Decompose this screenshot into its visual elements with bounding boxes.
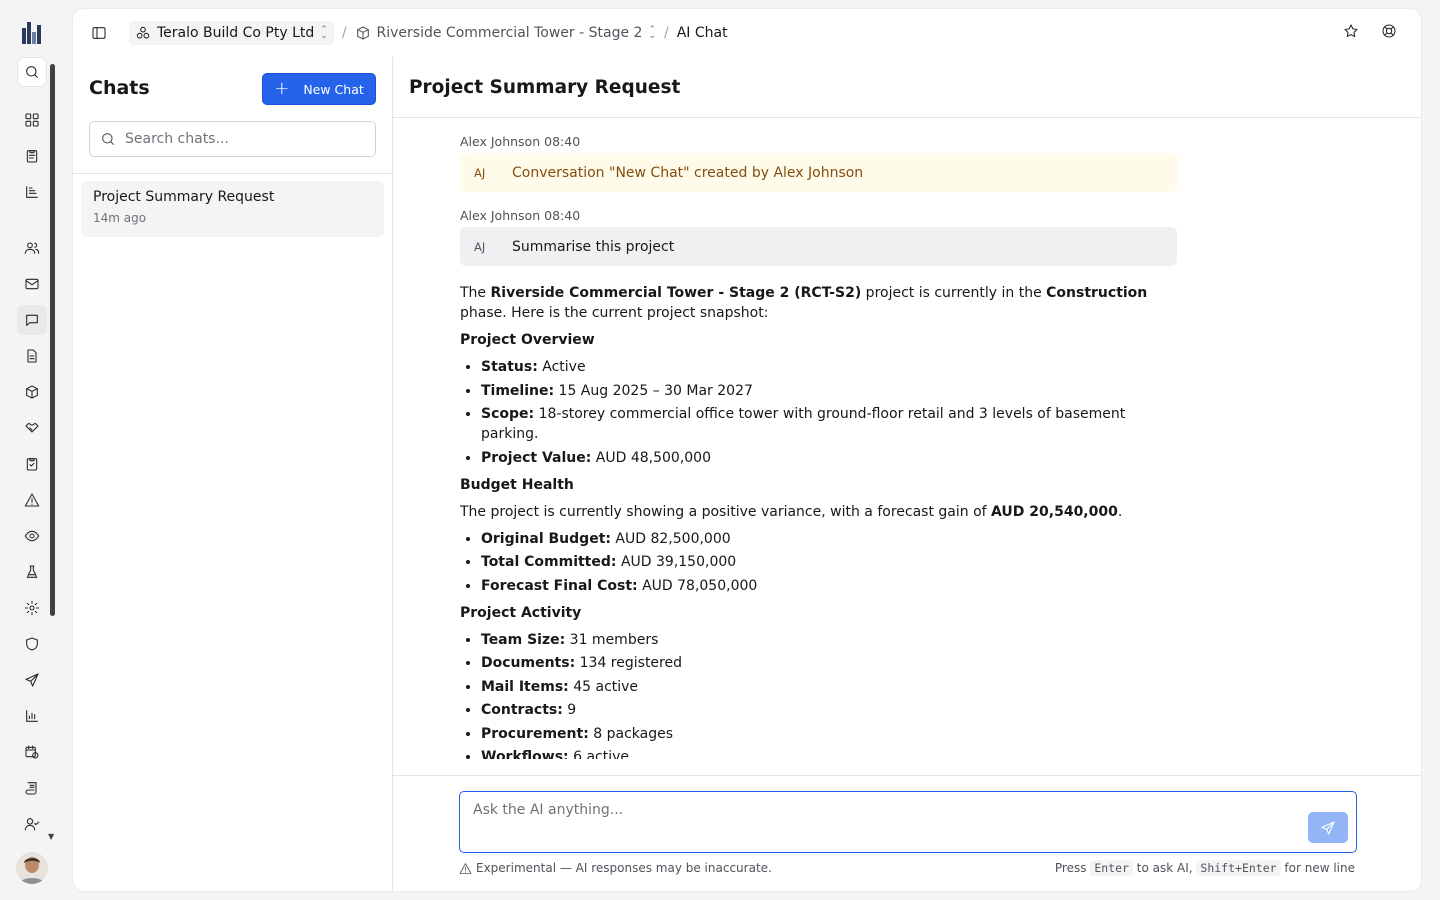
ai-response: The Riverside Commercial Tower - Stage 2… (460, 283, 1180, 759)
users-icon[interactable] (17, 233, 47, 263)
budget-text: The project is currently showing a posit… (460, 503, 1123, 520)
message-text: Summarise this project (512, 238, 675, 255)
list-item: Project Value: AUD 48,500,000 (481, 448, 1180, 468)
scroll-icon[interactable] (17, 773, 47, 803)
new-chat-button[interactable]: + New Chat (262, 73, 376, 105)
flask-icon[interactable] (17, 557, 47, 587)
send-icon[interactable] (17, 665, 47, 695)
budget-list: Original Budget: AUD 82,500,000 Total Co… (460, 529, 1180, 596)
app-logo-icon[interactable] (22, 20, 42, 44)
new-chat-label: New Chat (303, 81, 364, 97)
checklist-icon[interactable] (17, 449, 47, 479)
ai-prompt-input[interactable] (473, 802, 1293, 842)
list-item: Total Committed: AUD 39,150,000 (481, 552, 1180, 572)
star-icon[interactable] (1343, 23, 1359, 43)
org-icon (136, 26, 150, 39)
list-item: Team Size: 31 members (481, 630, 1180, 650)
chat-item-name: Project Summary Request (93, 189, 275, 205)
conversation-header: Project Summary Request (393, 57, 1421, 118)
search-icon (102, 133, 114, 145)
system-message: AJ Conversation "New Chat" created by Al… (460, 153, 1177, 192)
help-icon[interactable] (1381, 23, 1397, 43)
budget-heading: Budget Health (460, 476, 574, 493)
chevron-updown-icon: ⌃ ⌄ (320, 25, 328, 41)
overview-heading: Project Overview (460, 332, 595, 348)
activity-list: Team Size: 31 members Documents: 134 reg… (460, 630, 1180, 760)
composer (459, 791, 1357, 853)
activity-heading: Project Activity (460, 604, 582, 621)
author-initials: AJ (474, 165, 486, 180)
chevron-updown-icon: ⌃ ⌄ (648, 25, 656, 41)
reports-icon[interactable] (17, 177, 47, 207)
calendar-clock-icon[interactable] (17, 737, 47, 767)
chats-title: Chats (89, 77, 150, 99)
message-meta: Alex Johnson 08:40 (460, 134, 581, 149)
scroll-down-icon[interactable]: ▼ (48, 832, 54, 841)
divider (73, 173, 392, 174)
list-item: Timeline: 15 Aug 2025 – 30 Mar 2027 (481, 381, 1180, 401)
send-button[interactable] (1308, 812, 1348, 843)
icon-rail: ▼ (0, 0, 64, 900)
eye-icon[interactable] (17, 521, 47, 551)
chat-item-time: 14m ago (93, 211, 147, 225)
avatar[interactable] (16, 852, 48, 884)
message-text: Conversation "New Chat" created by Alex … (512, 164, 864, 181)
overview-list: Status: Active Timeline: 15 Aug 2025 – 3… (460, 357, 1180, 468)
clipboard-icon[interactable] (17, 141, 47, 171)
disclaimer: Experimental — AI responses may be inacc… (459, 861, 772, 875)
project-cube-icon (356, 26, 369, 40)
chat-search-input[interactable] (125, 131, 365, 147)
author-initials: AJ (474, 239, 486, 254)
message-list[interactable]: Alex Johnson 08:40 AJ Conversation "New C… (460, 118, 1180, 759)
message-meta: Alex Johnson 08:40 (460, 208, 581, 223)
list-item: Procurement: 8 packages (481, 724, 1180, 744)
gear-icon[interactable] (17, 593, 47, 623)
list-item: Forecast Final Cost: AUD 78,050,000 (481, 576, 1180, 596)
conversation-title: Project Summary Request (409, 76, 681, 98)
list-item: Status: Active (481, 357, 1180, 377)
send-icon (1321, 820, 1335, 835)
list-item: Original Budget: AUD 82,500,000 (481, 529, 1180, 549)
chat-search[interactable] (89, 121, 376, 157)
mail-icon[interactable] (17, 269, 47, 299)
project-name: Riverside Commercial Tower - Stage 2 (376, 25, 643, 41)
list-item: Mail Items: 45 active (481, 677, 1180, 697)
org-name: Teralo Build Co Pty Ltd (157, 25, 315, 41)
breadcrumb-separator: / (664, 25, 669, 41)
analytics-icon[interactable] (17, 701, 47, 731)
list-item: Workflows: 6 active (481, 747, 1180, 759)
document-icon[interactable] (17, 341, 47, 371)
divider (393, 775, 1421, 776)
chat-list-item[interactable]: Project Summary Request 14m ago (81, 181, 384, 237)
shield-icon[interactable] (17, 629, 47, 659)
keyboard-hint: Press Enter to ask AI, Shift+Enter for n… (1054, 860, 1355, 876)
list-item: Documents: 134 registered (481, 653, 1180, 673)
conversation-pane: Project Summary Request Alex Johnson 08:4… (393, 57, 1421, 891)
list-item: Contracts: 9 (481, 700, 1180, 720)
rail-scrollbar[interactable] (50, 64, 55, 616)
user-message: AJ Summarise this project (460, 227, 1177, 266)
search-icon[interactable] (17, 57, 47, 87)
breadcrumb-current: AI Chat (676, 25, 728, 41)
project-switcher[interactable]: Riverside Commercial Tower - Stage 2 ⌃ ⌄ (355, 25, 656, 41)
handshake-icon[interactable] (17, 413, 47, 443)
plus-icon: + (274, 78, 290, 99)
breadcrumb-separator: / (341, 25, 347, 41)
org-switcher[interactable]: Teralo Build Co Pty Ltd ⌃ ⌄ (129, 21, 334, 45)
warning-icon (459, 862, 472, 874)
response-intro: The Riverside Commercial Tower - Stage 2… (460, 285, 1148, 321)
main-panel: Teralo Build Co Pty Ltd ⌃ ⌄ / Riverside C… (72, 8, 1422, 892)
breadcrumb: Teralo Build Co Pty Ltd ⌃ ⌄ / Riverside C… (73, 9, 1421, 57)
chat-icon[interactable] (17, 305, 47, 335)
list-item: Scope: 18-storey commercial office tower… (481, 404, 1180, 444)
chats-sidebar: Chats + New Chat Project Summary Request… (73, 57, 393, 891)
package-icon[interactable] (17, 377, 47, 407)
user-check-icon[interactable] (17, 809, 47, 839)
warning-icon[interactable] (17, 485, 47, 515)
sidebar-toggle-icon[interactable] (89, 23, 109, 43)
dashboard-icon[interactable] (17, 105, 47, 135)
